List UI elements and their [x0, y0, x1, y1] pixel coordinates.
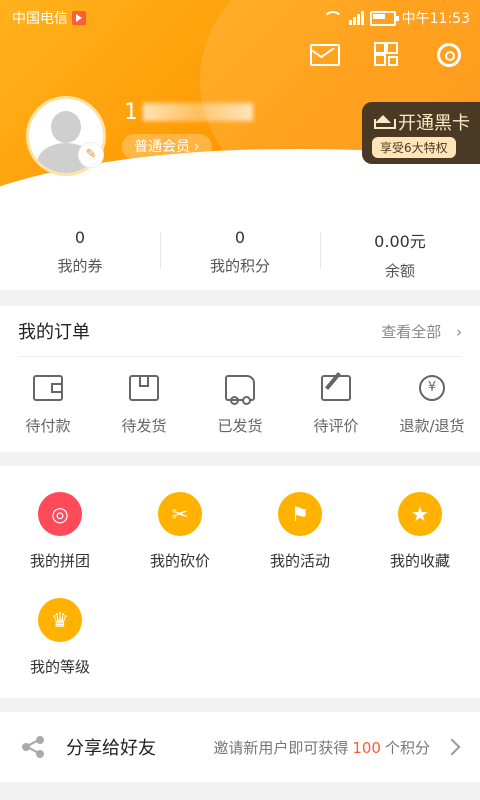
tool-level[interactable]: ♛ 我的等级	[0, 572, 120, 678]
orders-title: 我的订单	[18, 322, 90, 343]
share-icon	[22, 736, 44, 758]
vip-title: 开通黑卡	[374, 109, 470, 135]
order-pending-shipment[interactable]: 待发货	[96, 357, 192, 453]
profile-header: 中国电信 中午11:53 ✎ 1 普通会员 › 开通黑卡 享受6大特权	[0, 0, 480, 210]
crown-icon: ♛	[38, 598, 82, 642]
battery-icon	[369, 10, 399, 26]
stat-label: 余额	[384, 262, 415, 280]
stats-bar: 0 我的券 0 我的积分 0.00元 余额	[0, 210, 480, 290]
share-row[interactable]: 分享给好友 邀请新用户即可获得 100 个积分	[0, 712, 480, 782]
order-status-label: 待评价	[313, 416, 359, 435]
username: 1	[124, 100, 253, 125]
vip-subtitle: 享受6大特权	[372, 137, 456, 158]
tool-label: 我的砍价	[149, 552, 210, 570]
stat-value: 0	[234, 228, 246, 247]
view-all-label: 查看全部	[381, 322, 442, 341]
chevron-right-icon: ›	[194, 139, 200, 155]
truck-icon	[225, 374, 255, 405]
signal-icon	[348, 11, 364, 25]
order-status-label: 已发货	[217, 416, 263, 435]
tools-grid: ◎ 我的拼团 ✂ 我的砍价 ⚑ 我的活动 ★ 我的收藏 ♛ 我的等级	[0, 466, 480, 678]
tool-bargain[interactable]: ✂ 我的砍价	[120, 466, 240, 572]
order-pending-payment[interactable]: 待付款	[0, 357, 96, 453]
tag-icon: ✂	[158, 492, 202, 536]
order-status-label: 待付款	[25, 416, 71, 435]
share-title: 分享给好友	[66, 738, 156, 759]
badge-icon: ◎	[38, 492, 82, 536]
stat-coupons[interactable]: 0 我的券	[0, 210, 160, 290]
stat-points[interactable]: 0 我的积分	[160, 210, 320, 290]
carrier: 中国电信	[12, 8, 86, 28]
carrier-badge-icon	[72, 11, 86, 25]
wifi-icon	[322, 11, 343, 25]
tool-activities[interactable]: ⚑ 我的活动	[240, 466, 360, 572]
wallet-icon	[33, 374, 63, 401]
tool-label: 我的等级	[29, 658, 90, 676]
status-bar: 中国电信 中午11:53	[0, 0, 480, 32]
order-pending-review[interactable]: 待评价	[288, 357, 384, 453]
vip-title-label: 开通黑卡	[398, 113, 470, 134]
settings-button[interactable]	[434, 40, 462, 68]
message-button[interactable]	[310, 40, 340, 68]
tools-card: ◎ 我的拼团 ✂ 我的砍价 ⚑ 我的活动 ★ 我的收藏 ♛ 我的等级	[0, 466, 480, 698]
package-icon	[129, 374, 159, 401]
username-masked	[143, 103, 253, 121]
scan-button[interactable]	[372, 40, 400, 68]
view-all-orders-link[interactable]: 查看全部 ›	[381, 321, 462, 342]
star-icon: ★	[398, 492, 442, 536]
avatar-head	[51, 111, 81, 143]
qr-scan-icon	[374, 42, 398, 66]
order-shipped[interactable]: 已发货	[192, 357, 288, 453]
stat-label: 我的券	[57, 257, 103, 275]
share-points: 100	[352, 738, 381, 757]
order-status-label: 退款/退货	[399, 416, 465, 435]
member-level-button[interactable]: 普通会员 ›	[122, 134, 212, 160]
chevron-right-icon	[443, 738, 461, 756]
crown-icon	[374, 115, 396, 129]
tool-label: 我的拼团	[29, 552, 90, 570]
time: 中午11:53	[401, 11, 470, 27]
flag-icon: ⚑	[278, 492, 322, 536]
tool-favorites[interactable]: ★ 我的收藏	[360, 466, 480, 572]
order-status-list: 待付款 待发货 已发货 待评价 ¥ 退款/退货	[0, 357, 480, 453]
chevron-right-icon: ›	[456, 322, 462, 341]
stat-value: 0.00元	[374, 232, 426, 251]
carrier-label: 中国电信	[12, 11, 68, 27]
refund-icon: ¥	[419, 374, 445, 401]
username-text: 1	[124, 100, 139, 125]
stat-label: 我的积分	[209, 257, 270, 275]
order-refund[interactable]: ¥ 退款/退货	[384, 357, 480, 453]
order-status-label: 待发货	[121, 416, 167, 435]
member-level-label: 普通会员	[134, 139, 190, 155]
mail-icon	[310, 44, 340, 66]
tool-label: 我的活动	[269, 552, 330, 570]
edit-icon	[321, 374, 351, 401]
stat-balance[interactable]: 0.00元 余额	[320, 210, 480, 290]
vip-card[interactable]: 开通黑卡 享受6大特权	[362, 102, 480, 164]
share-description: 邀请新用户即可获得 100 个积分	[213, 737, 430, 758]
orders-header: 我的订单 查看全部 ›	[18, 306, 462, 357]
status-icons: 中午11:53	[322, 8, 470, 28]
tool-label: 我的收藏	[389, 552, 450, 570]
edit-profile-icon[interactable]: ✎	[78, 142, 104, 168]
tool-group-buy[interactable]: ◎ 我的拼团	[0, 466, 120, 572]
share-desc-prefix: 邀请新用户即可获得	[213, 738, 349, 757]
header-actions	[310, 40, 462, 68]
share-desc-suffix: 个积分	[384, 738, 430, 757]
stat-value: 0	[74, 228, 86, 247]
gear-icon	[437, 43, 461, 67]
orders-card: 我的订单 查看全部 › 待付款 待发货 已发货 待评价 ¥ 退款/退货	[0, 306, 480, 452]
